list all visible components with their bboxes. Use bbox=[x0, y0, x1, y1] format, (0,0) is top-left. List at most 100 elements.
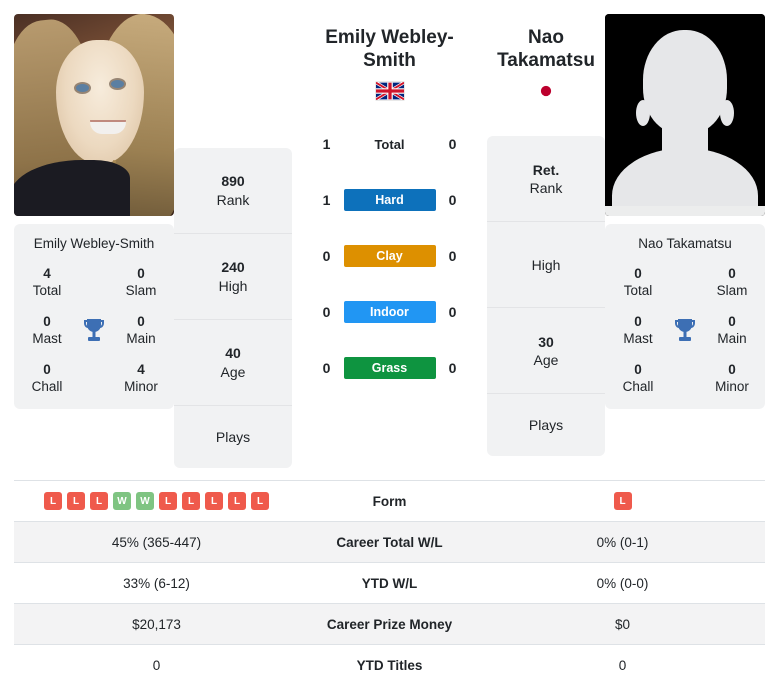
h2h-total-right: 0 bbox=[448, 136, 457, 153]
honour-total: 4 Total bbox=[20, 266, 74, 300]
right-age-label: Age bbox=[533, 351, 559, 368]
honour-mast-label: Mast bbox=[623, 330, 653, 346]
honour-mast: 0 Mast bbox=[611, 314, 665, 348]
honour-mast-label: Mast bbox=[32, 330, 62, 346]
right-rank-value: Ret. bbox=[532, 161, 560, 178]
right-player-column: Nao Takamatsu 0 Total 0 Slam 0 Mast 0 Ma… bbox=[605, 14, 765, 410]
row-form-label: Form bbox=[372, 493, 407, 509]
honour-mast-value: 0 bbox=[634, 313, 642, 329]
honour-total-value: 4 bbox=[43, 266, 51, 282]
honour-chall-value: 0 bbox=[634, 361, 642, 377]
left-honours-grid: 4 Total 0 Slam 0 Mast 0 Main 0 Chall 4 M… bbox=[20, 266, 168, 395]
h2h-clay-right: 0 bbox=[448, 248, 457, 265]
table-row: 0 YTD Titles 0 bbox=[14, 644, 765, 686]
row-career-wl-label: Career Total W/L bbox=[336, 534, 443, 550]
left-player-name-label: Emily Webley-Smith bbox=[33, 236, 155, 251]
honour-mast-value: 0 bbox=[43, 313, 51, 329]
row-prize-money-right: $0 bbox=[614, 616, 631, 632]
left-player-photo[interactable] bbox=[14, 14, 174, 216]
form-badge-l: L bbox=[159, 492, 177, 510]
right-rank-label: Rank bbox=[529, 179, 563, 196]
h2h-hard-right: 0 bbox=[448, 192, 457, 209]
avatar-placeholder-icon bbox=[605, 14, 765, 216]
left-high-value: 240 bbox=[221, 259, 245, 276]
h2h-indoor-right: 0 bbox=[448, 304, 457, 321]
left-player-title[interactable]: Emily Webley-Smith bbox=[298, 14, 481, 72]
left-info-plays: Plays bbox=[174, 406, 292, 468]
row-form-right: L bbox=[480, 481, 765, 522]
left-player-info-column: 890 Rank 240 High 40 Age Plays bbox=[174, 148, 292, 468]
h2h-row-grass: 0 Grass 0 bbox=[298, 340, 481, 396]
honour-minor-label: Minor bbox=[715, 378, 749, 394]
honour-total: 0 Total bbox=[611, 266, 665, 300]
honour-chall: 0 Chall bbox=[20, 362, 74, 396]
form-badge-w: W bbox=[113, 492, 131, 510]
right-honours-grid: 0 Total 0 Slam 0 Mast 0 Main 0 Chall 0 M… bbox=[611, 266, 759, 395]
player-comparison-page: Emily Webley-Smith 4 Total 0 Slam 0 Mast bbox=[0, 0, 779, 699]
h2h-grass-left: 0 bbox=[322, 360, 331, 377]
right-age-value: 30 bbox=[538, 333, 554, 350]
surface-badge-grass[interactable]: Grass bbox=[343, 357, 436, 380]
row-ytd-wl-right: 0% (0-0) bbox=[596, 575, 649, 591]
left-age-value: 40 bbox=[225, 345, 241, 362]
table-row: 45% (365-447) Career Total W/L 0% (0-1) bbox=[14, 521, 765, 563]
row-prize-money-left: $20,173 bbox=[132, 616, 181, 632]
left-info-rank: 890 Rank bbox=[174, 148, 292, 234]
row-form-left: LLLWWLLLLL bbox=[14, 481, 299, 522]
trophy-icon bbox=[74, 317, 114, 345]
right-plays-label: Plays bbox=[528, 417, 564, 434]
right-player-photo[interactable] bbox=[605, 14, 765, 216]
row-career-wl-left: 45% (365-447) bbox=[111, 534, 202, 550]
table-row: LLLWWLLLLL Form L bbox=[14, 480, 765, 522]
form-badge-l: L bbox=[228, 492, 246, 510]
honour-minor-value: 0 bbox=[728, 361, 736, 377]
surface-badge-hard[interactable]: Hard bbox=[343, 189, 436, 212]
left-rank-label: Rank bbox=[216, 191, 250, 208]
left-plays-label: Plays bbox=[215, 428, 251, 445]
honour-slam: 0 Slam bbox=[114, 266, 168, 300]
honour-slam-label: Slam bbox=[716, 283, 748, 299]
h2h-total-label: Total bbox=[374, 136, 405, 152]
form-badge-l: L bbox=[205, 492, 223, 510]
right-info-high: High bbox=[487, 222, 605, 309]
honour-slam-label: Slam bbox=[125, 283, 157, 299]
table-row: 33% (6-12) YTD W/L 0% (0-0) bbox=[14, 562, 765, 604]
h2h-hard-left: 1 bbox=[322, 192, 331, 209]
h2h-clay-left: 0 bbox=[322, 248, 331, 265]
form-badge-l: L bbox=[251, 492, 269, 510]
row-ytd-wl-left: 33% (6-12) bbox=[123, 575, 190, 591]
left-form-badges: LLLWWLLLLL bbox=[14, 492, 299, 510]
surface-badge-indoor[interactable]: Indoor bbox=[343, 301, 436, 324]
flag-jp-icon bbox=[487, 82, 605, 104]
right-info-rank: Ret. Rank bbox=[487, 136, 605, 223]
h2h-total-left: 1 bbox=[322, 136, 331, 153]
row-ytd-titles-right: 0 bbox=[618, 657, 627, 673]
honour-mast: 0 Mast bbox=[20, 314, 74, 348]
table-row: $20,173 Career Prize Money $0 bbox=[14, 603, 765, 645]
honour-chall-label: Chall bbox=[622, 378, 654, 394]
right-high-label: High bbox=[531, 256, 561, 273]
form-badge-l: L bbox=[90, 492, 108, 510]
honour-chall: 0 Chall bbox=[611, 362, 665, 396]
honour-total-value: 0 bbox=[634, 266, 642, 282]
left-high-label: High bbox=[218, 277, 248, 294]
honour-chall-value: 0 bbox=[43, 361, 51, 377]
comparison-table-body: LLLWWLLLLL Form L 45% (365-447) Career T… bbox=[14, 480, 765, 686]
right-player-title[interactable]: Nao Takamatsu bbox=[487, 14, 605, 72]
h2h-indoor-left: 0 bbox=[322, 304, 331, 321]
head-to-head-rows: 1 Total 0 1 Hard 0 0 Clay 0 0 Indoor 0 0… bbox=[298, 116, 481, 396]
comparison-table: LLLWWLLLLL Form L 45% (365-447) Career T… bbox=[14, 480, 765, 686]
honour-minor: 0 Minor bbox=[705, 362, 759, 396]
honour-slam: 0 Slam bbox=[705, 266, 759, 300]
surface-badge-clay[interactable]: Clay bbox=[343, 245, 436, 268]
honour-main-value: 0 bbox=[728, 313, 736, 329]
right-player-info-column: Ret. Rank High 30 Age Plays bbox=[487, 136, 605, 457]
honour-total-label: Total bbox=[623, 283, 653, 299]
row-ytd-titles-label: YTD Titles bbox=[356, 657, 423, 673]
form-badge-l: L bbox=[67, 492, 85, 510]
honour-slam-value: 0 bbox=[728, 266, 736, 282]
left-player-column: Emily Webley-Smith 4 Total 0 Slam 0 Mast bbox=[14, 14, 174, 410]
right-form-badges: L bbox=[480, 492, 765, 510]
left-player-honours-card: Emily Webley-Smith 4 Total 0 Slam 0 Mast bbox=[14, 224, 174, 410]
honour-slam-value: 0 bbox=[137, 266, 145, 282]
